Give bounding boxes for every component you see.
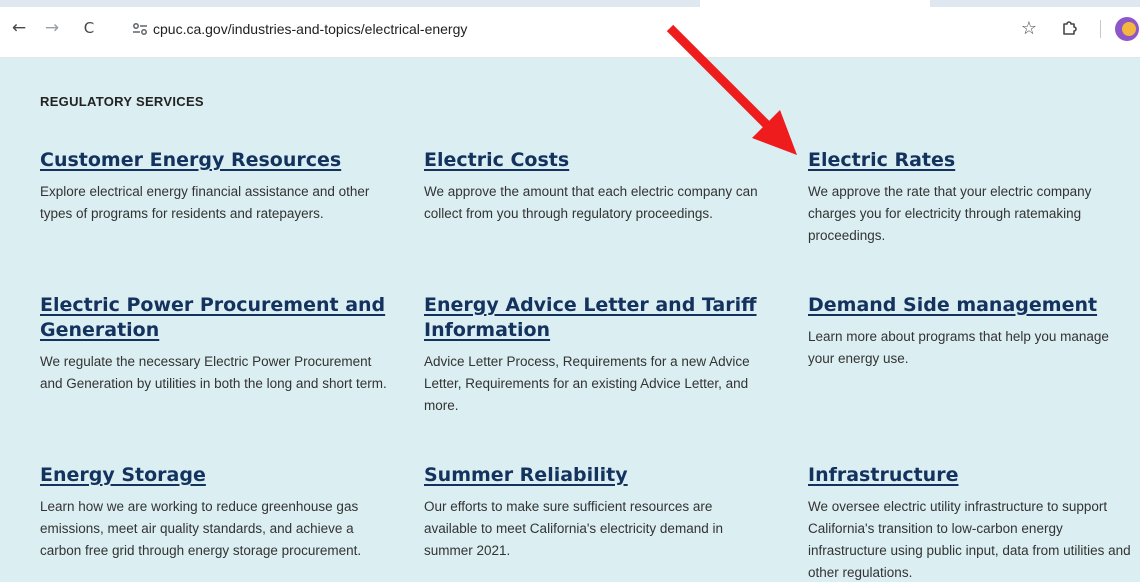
toolbar-divider <box>1100 20 1101 38</box>
back-button[interactable]: ← <box>8 17 30 39</box>
avatar-image <box>1122 22 1136 36</box>
profile-avatar[interactable] <box>1115 17 1139 41</box>
card-customer-energy-resources: Customer Energy Resources Explore electr… <box>40 148 380 225</box>
section-heading: REGULATORY SERVICES <box>40 94 204 109</box>
card-description: Learn how we are working to reduce green… <box>40 499 362 558</box>
card-title-link[interactable]: Electric Rates <box>808 148 1126 173</box>
card-electric-power-procurement: Electric Power Procurement and Generatio… <box>40 293 392 395</box>
forward-arrow-icon: → <box>44 18 60 38</box>
card-description: Our efforts to make sure sufficient reso… <box>424 499 723 558</box>
page-content: REGULATORY SERVICES Customer Energy Reso… <box>0 58 1140 582</box>
card-description: We oversee electric utility infrastructu… <box>808 499 1131 580</box>
card-title-link[interactable]: Electric Costs <box>424 148 764 173</box>
card-title-link[interactable]: Infrastructure <box>808 463 1133 488</box>
bookmark-star-button[interactable]: ☆ <box>1018 17 1040 39</box>
card-title-link[interactable]: Energy Advice Letter and Tariff Informat… <box>424 293 759 343</box>
site-info-icon[interactable] <box>131 20 149 38</box>
card-summer-reliability: Summer Reliability Our efforts to make s… <box>424 463 734 562</box>
browser-toolbar: ← → C cpuc.ca.gov/industries-and-topics/… <box>0 0 1140 58</box>
card-title-link[interactable]: Summer Reliability <box>424 463 734 488</box>
card-title-link[interactable]: Customer Energy Resources <box>40 148 380 173</box>
address-bar[interactable]: cpuc.ca.gov/industries-and-topics/electr… <box>121 14 1026 44</box>
card-description: We approve the amount that each electric… <box>424 184 758 221</box>
card-description: Explore electrical energy financial assi… <box>40 184 370 221</box>
card-description: Learn more about programs that help you … <box>808 329 1109 366</box>
active-tab-edge <box>700 0 930 7</box>
back-arrow-icon: ← <box>11 18 27 38</box>
card-description: Advice Letter Process, Requirements for … <box>424 354 750 413</box>
extensions-button[interactable] <box>1059 17 1081 39</box>
card-description: We regulate the necessary Electric Power… <box>40 354 387 391</box>
reload-icon: C <box>83 19 95 37</box>
puzzle-icon <box>1063 21 1077 35</box>
card-electric-rates: Electric Rates We approve the rate that … <box>808 148 1126 247</box>
card-energy-storage: Energy Storage Learn how we are working … <box>40 463 375 562</box>
card-demand-side-management: Demand Side management Learn more about … <box>808 293 1128 370</box>
star-icon: ☆ <box>1020 17 1038 39</box>
card-electric-costs: Electric Costs We approve the amount tha… <box>424 148 764 225</box>
card-title-link[interactable]: Electric Power Procurement and Generatio… <box>40 293 392 343</box>
card-energy-advice-letter: Energy Advice Letter and Tariff Informat… <box>424 293 759 417</box>
card-title-link[interactable]: Energy Storage <box>40 463 375 488</box>
forward-button[interactable]: → <box>41 17 63 39</box>
url-text[interactable]: cpuc.ca.gov/industries-and-topics/electr… <box>153 21 467 37</box>
card-description: We approve the rate that your electric c… <box>808 184 1092 243</box>
reload-button[interactable]: C <box>78 17 100 39</box>
card-title-link[interactable]: Demand Side management <box>808 293 1128 318</box>
card-infrastructure: Infrastructure We oversee electric utili… <box>808 463 1133 584</box>
tab-strip <box>0 0 1140 7</box>
